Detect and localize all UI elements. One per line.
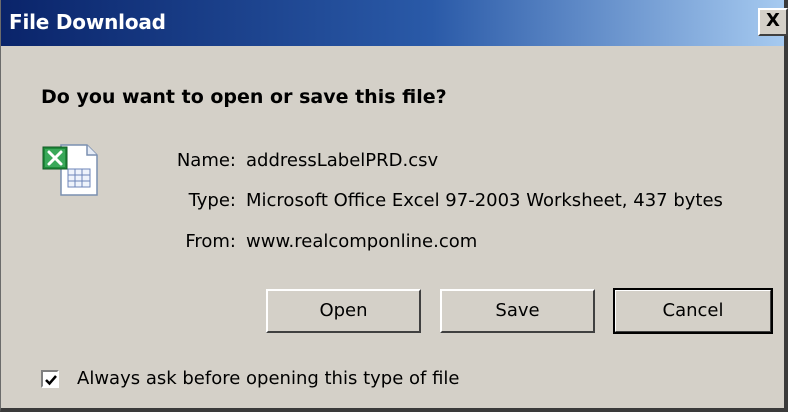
open-button[interactable]: Open	[266, 289, 421, 333]
always-ask-checkbox[interactable]	[41, 370, 59, 388]
title-bar[interactable]: File Download X	[1, 0, 788, 46]
always-ask-label[interactable]: Always ask before opening this type of f…	[77, 368, 459, 389]
close-icon: X	[766, 10, 780, 31]
file-type-value: Microsoft Office Excel 97-2003 Worksheet…	[246, 190, 723, 211]
type-label: Type:	[188, 190, 236, 211]
file-download-dialog: File Download X Do you want to open or s…	[0, 0, 788, 412]
window-title: File Download	[9, 10, 166, 34]
checkmark-icon	[45, 375, 57, 386]
name-label: Name:	[176, 150, 236, 171]
from-label: From:	[185, 231, 236, 252]
cancel-button[interactable]: Cancel	[613, 288, 773, 334]
dialog-question: Do you want to open or save this file?	[41, 86, 447, 108]
excel-file-icon	[41, 141, 101, 197]
close-button[interactable]: X	[758, 8, 788, 36]
save-button[interactable]: Save	[440, 289, 595, 333]
file-name-value: addressLabelPRD.csv	[246, 150, 439, 171]
file-source-value: www.realcomponline.com	[246, 231, 478, 252]
